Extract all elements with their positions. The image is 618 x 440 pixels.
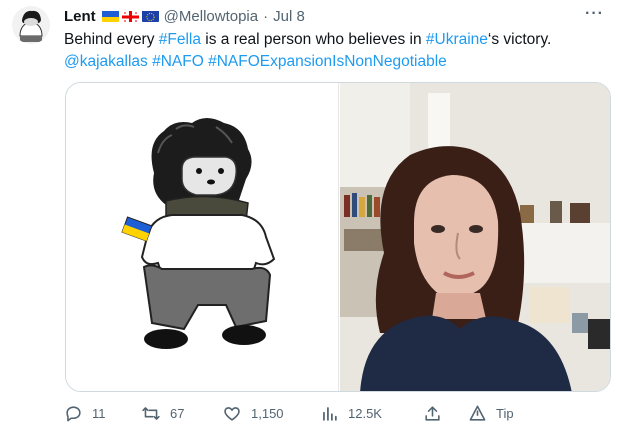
like-count: 1,150: [251, 406, 284, 421]
tweet: Lent @Mellowtopia · Jul 8 ··· Behind eve…: [0, 0, 618, 440]
views-button[interactable]: 12.5K: [320, 404, 382, 423]
analytics-icon: [323, 407, 337, 421]
ukraine-flag-icon: [101, 10, 119, 22]
author-handle[interactable]: @Mellowtopia: [164, 8, 258, 25]
hashtag-nafo[interactable]: #NAFO: [152, 53, 204, 70]
hashtag-ukraine[interactable]: #Ukraine: [426, 31, 488, 48]
media-image-selfie[interactable]: [340, 83, 610, 391]
avatar[interactable]: [12, 6, 50, 44]
selfie-photo: [340, 83, 610, 391]
view-count: 12.5K: [348, 406, 382, 421]
flag-emojis: [101, 10, 159, 22]
media-image-fella[interactable]: [66, 83, 339, 391]
reply-icon: [66, 406, 81, 422]
tweet-date[interactable]: Jul 8: [273, 8, 305, 25]
share-icon: [425, 406, 440, 421]
heart-icon: [224, 407, 240, 421]
retweet-icon: [142, 407, 160, 420]
nafo-fella-dog-icon: [121, 118, 276, 349]
more-options-button[interactable]: ···: [585, 5, 604, 23]
tip-button[interactable]: Tip: [468, 404, 514, 423]
tweet-line-1: Behind every #Fella is a real person who…: [64, 29, 604, 51]
retweet-count: 67: [170, 406, 185, 421]
tweet-line-2: @kajakallas #NAFO #NAFOExpansionIsNonNeg…: [64, 51, 604, 73]
tweet-text: Behind every #Fella is a real person who…: [64, 29, 604, 73]
reply-count: 11: [92, 406, 106, 421]
mention-kajakallas[interactable]: @kajakallas: [64, 53, 148, 70]
fella-avatar-icon: [12, 6, 50, 44]
hashtag-fella[interactable]: #Fella: [159, 31, 201, 48]
like-button[interactable]: 1,150: [222, 404, 284, 423]
separator-dot: ·: [263, 7, 269, 25]
retweet-button[interactable]: 67: [141, 404, 184, 423]
hashtag-nafo-expansion[interactable]: #NAFOExpansionIsNonNegotiable: [208, 53, 447, 70]
text-segment: is a real person who believes in: [201, 31, 426, 48]
text-segment: ‘s victory.: [487, 31, 552, 48]
georgia-flag-icon: [121, 10, 139, 22]
media-grid: [65, 82, 611, 392]
author-name[interactable]: Lent: [64, 8, 96, 25]
text-segment: Behind every: [64, 31, 159, 48]
tip-label: Tip: [496, 406, 514, 421]
eu-flag-icon: [141, 10, 159, 22]
tip-icon: [469, 405, 486, 421]
action-bar: 11 67 1,150 12.5K Tip: [64, 404, 604, 428]
reply-button[interactable]: 11: [64, 404, 106, 423]
tweet-header: Lent @Mellowtopia · Jul 8: [64, 6, 305, 26]
share-button[interactable]: [423, 404, 442, 423]
